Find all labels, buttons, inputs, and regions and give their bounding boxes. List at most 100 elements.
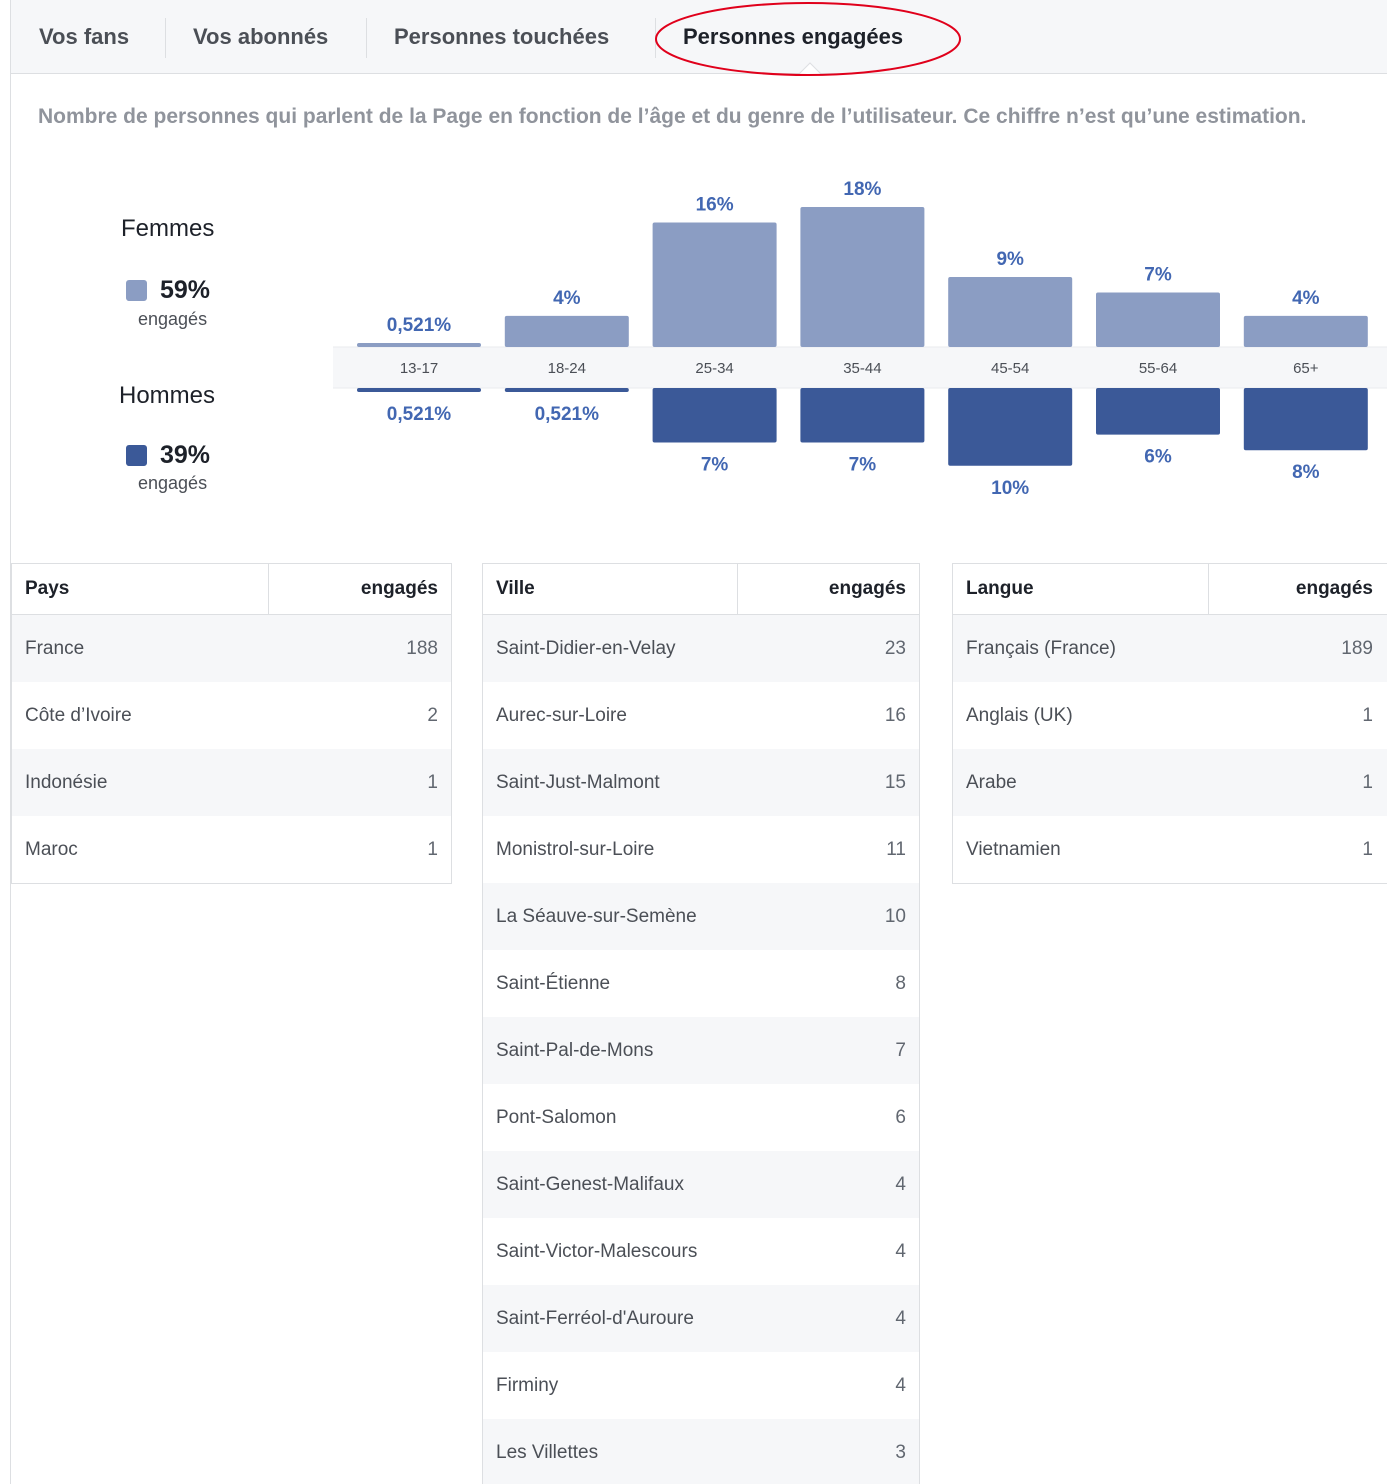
tab-followers[interactable]: Vos abonnés bbox=[193, 14, 328, 60]
row-label: La Séauve-sur-Semène bbox=[496, 905, 697, 927]
row-value: 23 bbox=[884, 637, 906, 659]
row-value: 2 bbox=[427, 704, 438, 726]
row-label: Arabe bbox=[966, 771, 1017, 793]
language-rows: Français (France) 189 Anglais (UK) 1 Arabe 1 V… bbox=[953, 615, 1387, 883]
men-data-label: 0,521% bbox=[535, 404, 600, 425]
age-tick-label: 65+ bbox=[1293, 360, 1319, 377]
legend-men-row: 39% bbox=[126, 441, 210, 470]
row-label: Anglais (UK) bbox=[966, 704, 1073, 726]
row-label: Pont-Salomon bbox=[496, 1106, 617, 1128]
women-data-label: 4% bbox=[553, 288, 581, 309]
country-table: Pays engagés France 188 Côte d’Ivoire 2 Indo… bbox=[11, 563, 452, 884]
row-value: 16 bbox=[884, 704, 906, 726]
table-row: Vietnamien 1 bbox=[953, 816, 1387, 883]
table-row: Firminy 4 bbox=[483, 1352, 919, 1419]
table-row: Saint-Just-Malmont 15 bbox=[483, 749, 919, 816]
row-value: 7 bbox=[895, 1039, 906, 1061]
legend-men-pct: 39% bbox=[160, 441, 211, 469]
women-data-label: 18% bbox=[843, 179, 881, 200]
legend-women-pct: 59% bbox=[160, 276, 211, 304]
table-row: Saint-Pal-de-Mons 7 bbox=[483, 1017, 919, 1084]
row-value: 3 bbox=[895, 1441, 906, 1463]
country-header[interactable]: Pays bbox=[25, 564, 69, 614]
tab-divider bbox=[366, 18, 367, 58]
row-label: Saint-Didier-en-Velay bbox=[496, 637, 676, 659]
header-divider bbox=[268, 564, 269, 614]
row-value: 189 bbox=[1341, 637, 1373, 659]
country-rows: France 188 Côte d’Ivoire 2 Indonésie 1 Maroc 1 bbox=[12, 615, 451, 883]
table-row: La Séauve-sur-Semène 10 bbox=[483, 883, 919, 950]
women-swatch bbox=[126, 280, 147, 301]
women-bar bbox=[1096, 292, 1220, 347]
men-bar bbox=[652, 388, 777, 443]
row-label: Firminy bbox=[496, 1374, 559, 1396]
women-data-label: 0,521% bbox=[387, 315, 452, 336]
row-value: 10 bbox=[884, 905, 906, 927]
legend-women-title: Femmes bbox=[121, 215, 215, 242]
women-bar bbox=[800, 207, 925, 347]
age-tick-label: 13-17 bbox=[400, 360, 438, 377]
legend-women-row: 59% bbox=[126, 276, 210, 305]
table-row: Arabe 1 bbox=[953, 749, 1387, 816]
row-value: 8 bbox=[895, 972, 906, 994]
tab-divider bbox=[655, 18, 656, 58]
women-bar bbox=[357, 342, 481, 347]
city-engaged-header[interactable]: engagés bbox=[829, 564, 906, 614]
row-label: Saint-Genest-Malifaux bbox=[496, 1173, 684, 1195]
row-value: 6 bbox=[895, 1106, 906, 1128]
table-row: Monistrol-sur-Loire 11 bbox=[483, 816, 919, 883]
tab-people-engaged[interactable]: Personnes engagées bbox=[683, 14, 903, 60]
table-row: France 188 bbox=[12, 615, 451, 682]
row-label: Français (France) bbox=[966, 637, 1116, 659]
men-data-label: 8% bbox=[1292, 462, 1320, 483]
city-table: Ville engagés Saint-Didier-en-Velay 23 Aur… bbox=[482, 563, 920, 1484]
row-value: 1 bbox=[1362, 838, 1373, 860]
table-row: Indonésie 1 bbox=[12, 749, 451, 816]
table-row: Les Villettes 3 bbox=[483, 1419, 919, 1484]
language-table: Langue engagés Français (France) 189 Angla… bbox=[952, 563, 1387, 884]
row-value: 4 bbox=[895, 1374, 906, 1396]
table-row: Saint-Ferréol-d'Auroure 4 bbox=[483, 1285, 919, 1352]
men-data-label: 6% bbox=[1144, 447, 1172, 468]
men-swatch bbox=[126, 445, 147, 466]
table-header: Langue engagés bbox=[953, 564, 1387, 615]
row-value: 1 bbox=[427, 838, 438, 860]
language-engaged-header[interactable]: engagés bbox=[1296, 564, 1373, 614]
row-value: 4 bbox=[895, 1307, 906, 1329]
country-engaged-header[interactable]: engagés bbox=[361, 564, 438, 614]
city-header[interactable]: Ville bbox=[496, 564, 535, 614]
tab-fans[interactable]: Vos fans bbox=[39, 14, 129, 60]
age-tick-label: 18-24 bbox=[548, 360, 586, 377]
row-value: 1 bbox=[1362, 771, 1373, 793]
age-tick-label: 45-54 bbox=[991, 360, 1029, 377]
row-label: Saint-Just-Malmont bbox=[496, 771, 660, 793]
row-value: 1 bbox=[427, 771, 438, 793]
age-gender-chart: 0,521% 13-17 0,521% 4% 18-24 0,521% 16% 25-34 7%… bbox=[333, 179, 1387, 499]
row-label: Vietnamien bbox=[966, 838, 1061, 860]
tab-bar: Vos fans Vos abonnés Personnes touchées … bbox=[11, 0, 1387, 75]
men-data-label: 7% bbox=[701, 454, 729, 475]
men-bar bbox=[357, 388, 481, 393]
row-value: 4 bbox=[895, 1240, 906, 1262]
table-row: Saint-Victor-Malescours 4 bbox=[483, 1218, 919, 1285]
row-label: Maroc bbox=[25, 838, 78, 860]
row-label: Les Villettes bbox=[496, 1441, 599, 1463]
legend-women-sub: engagés bbox=[138, 309, 208, 329]
table-row: Saint-Genest-Malifaux 4 bbox=[483, 1151, 919, 1218]
row-value: 15 bbox=[884, 771, 906, 793]
legend-men-title: Hommes bbox=[119, 382, 216, 409]
language-header[interactable]: Langue bbox=[966, 564, 1034, 614]
table-header: Ville engagés bbox=[483, 564, 919, 615]
men-data-label: 0,521% bbox=[387, 404, 452, 425]
men-bar bbox=[504, 388, 629, 393]
table-row: Saint-Étienne 8 bbox=[483, 950, 919, 1017]
women-bar bbox=[504, 315, 629, 347]
tab-people-reached[interactable]: Personnes touchées bbox=[394, 14, 609, 60]
row-label: Saint-Victor-Malescours bbox=[496, 1240, 698, 1262]
men-bar bbox=[1243, 388, 1368, 451]
table-row: Maroc 1 bbox=[12, 816, 451, 883]
city-rows: Saint-Didier-en-Velay 23 Aurec-sur-Loire 16… bbox=[483, 615, 919, 1484]
table-row: Pont-Salomon 6 bbox=[483, 1084, 919, 1151]
women-data-label: 4% bbox=[1292, 288, 1320, 309]
row-value: 11 bbox=[886, 838, 906, 860]
